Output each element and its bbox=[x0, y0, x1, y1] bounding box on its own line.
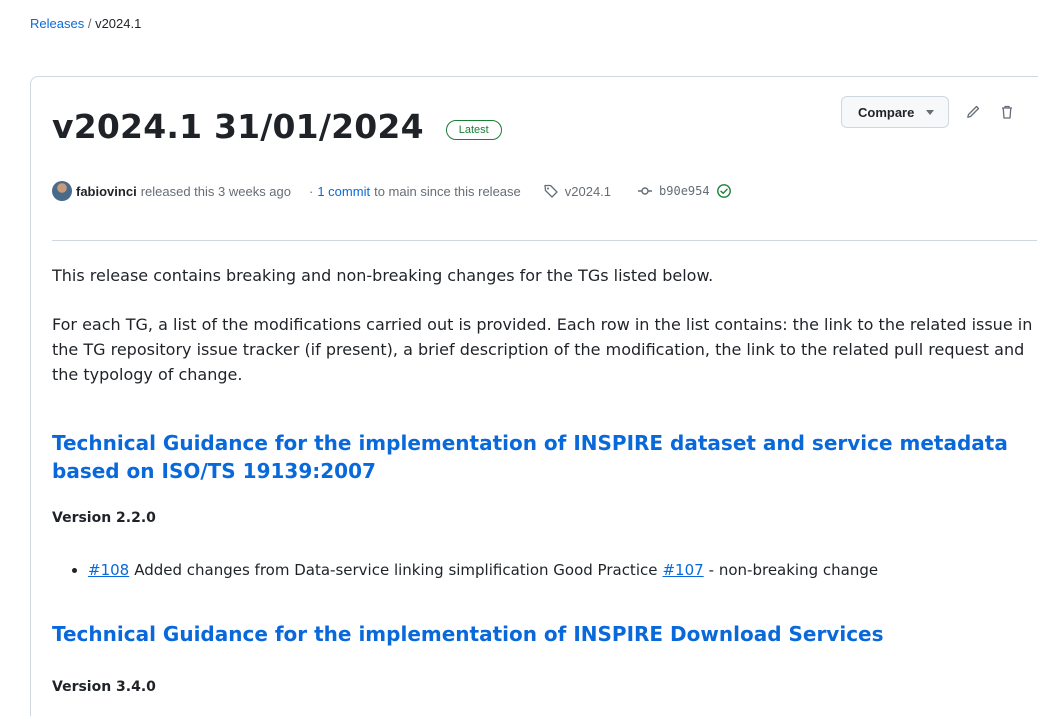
tag-link[interactable]: v2024.1 bbox=[565, 184, 611, 199]
section-version-download-services: Version 3.4.0 bbox=[52, 679, 156, 695]
compare-button-label: Compare bbox=[858, 104, 915, 120]
commit-hash-link[interactable]: b90e954 bbox=[659, 184, 710, 198]
release-header: v2024.1 31/01/2024 Latest bbox=[52, 107, 502, 146]
author-link[interactable]: fabiovinci bbox=[76, 184, 137, 199]
release-description: For each TG, a list of the modifications… bbox=[52, 315, 1033, 384]
compare-button[interactable]: Compare bbox=[841, 96, 950, 128]
section-version-metadata: Version 2.2.0 bbox=[52, 510, 156, 526]
pencil-icon bbox=[967, 105, 980, 118]
list-item-text: Added changes from Data-service linking … bbox=[134, 561, 658, 579]
chevron-down-icon bbox=[926, 109, 935, 115]
divider bbox=[52, 240, 1037, 241]
release-meta: fabiovinci released this 3 weeks ago · 1… bbox=[52, 181, 738, 201]
commit-count-link[interactable]: 1 commit bbox=[317, 184, 370, 199]
tag-icon bbox=[543, 183, 559, 199]
commit-suffix: to main since this release bbox=[374, 183, 521, 199]
pull-request-link[interactable]: #107 bbox=[662, 561, 703, 579]
delete-release-button[interactable] bbox=[997, 102, 1017, 122]
trash-icon bbox=[1002, 105, 1013, 119]
breadcrumb-releases-link[interactable]: Releases bbox=[30, 16, 84, 31]
commit-prefix: · bbox=[309, 183, 314, 199]
section-heading-download-services[interactable]: Technical Guidance for the implementatio… bbox=[52, 620, 1037, 648]
edit-release-button[interactable] bbox=[963, 102, 983, 122]
release-card: v2024.1 31/01/2024 Latest Compare fabiov… bbox=[30, 76, 1038, 716]
release-intro: This release contains breaking and non-b… bbox=[52, 266, 714, 285]
bullet-dot bbox=[72, 567, 77, 573]
avatar[interactable] bbox=[52, 181, 72, 201]
issue-link[interactable]: #108 bbox=[88, 561, 129, 579]
released-text: released this 3 weeks ago bbox=[140, 183, 291, 199]
git-commit-icon bbox=[637, 183, 653, 199]
release-actions: Compare bbox=[841, 96, 1017, 128]
verified-check-icon[interactable] bbox=[716, 183, 732, 199]
list-item: #108 Added changes from Data-service lin… bbox=[72, 561, 878, 579]
release-title[interactable]: v2024.1 31/01/2024 bbox=[52, 107, 424, 146]
breadcrumb-current: v2024.1 bbox=[95, 16, 142, 31]
change-type: - non-breaking change bbox=[708, 561, 879, 579]
latest-badge: Latest bbox=[445, 119, 502, 140]
section-heading-metadata[interactable]: Technical Guidance for the implementatio… bbox=[52, 429, 1037, 485]
breadcrumb-separator: / bbox=[87, 16, 92, 31]
breadcrumb: Releases / v2024.1 bbox=[30, 16, 141, 31]
